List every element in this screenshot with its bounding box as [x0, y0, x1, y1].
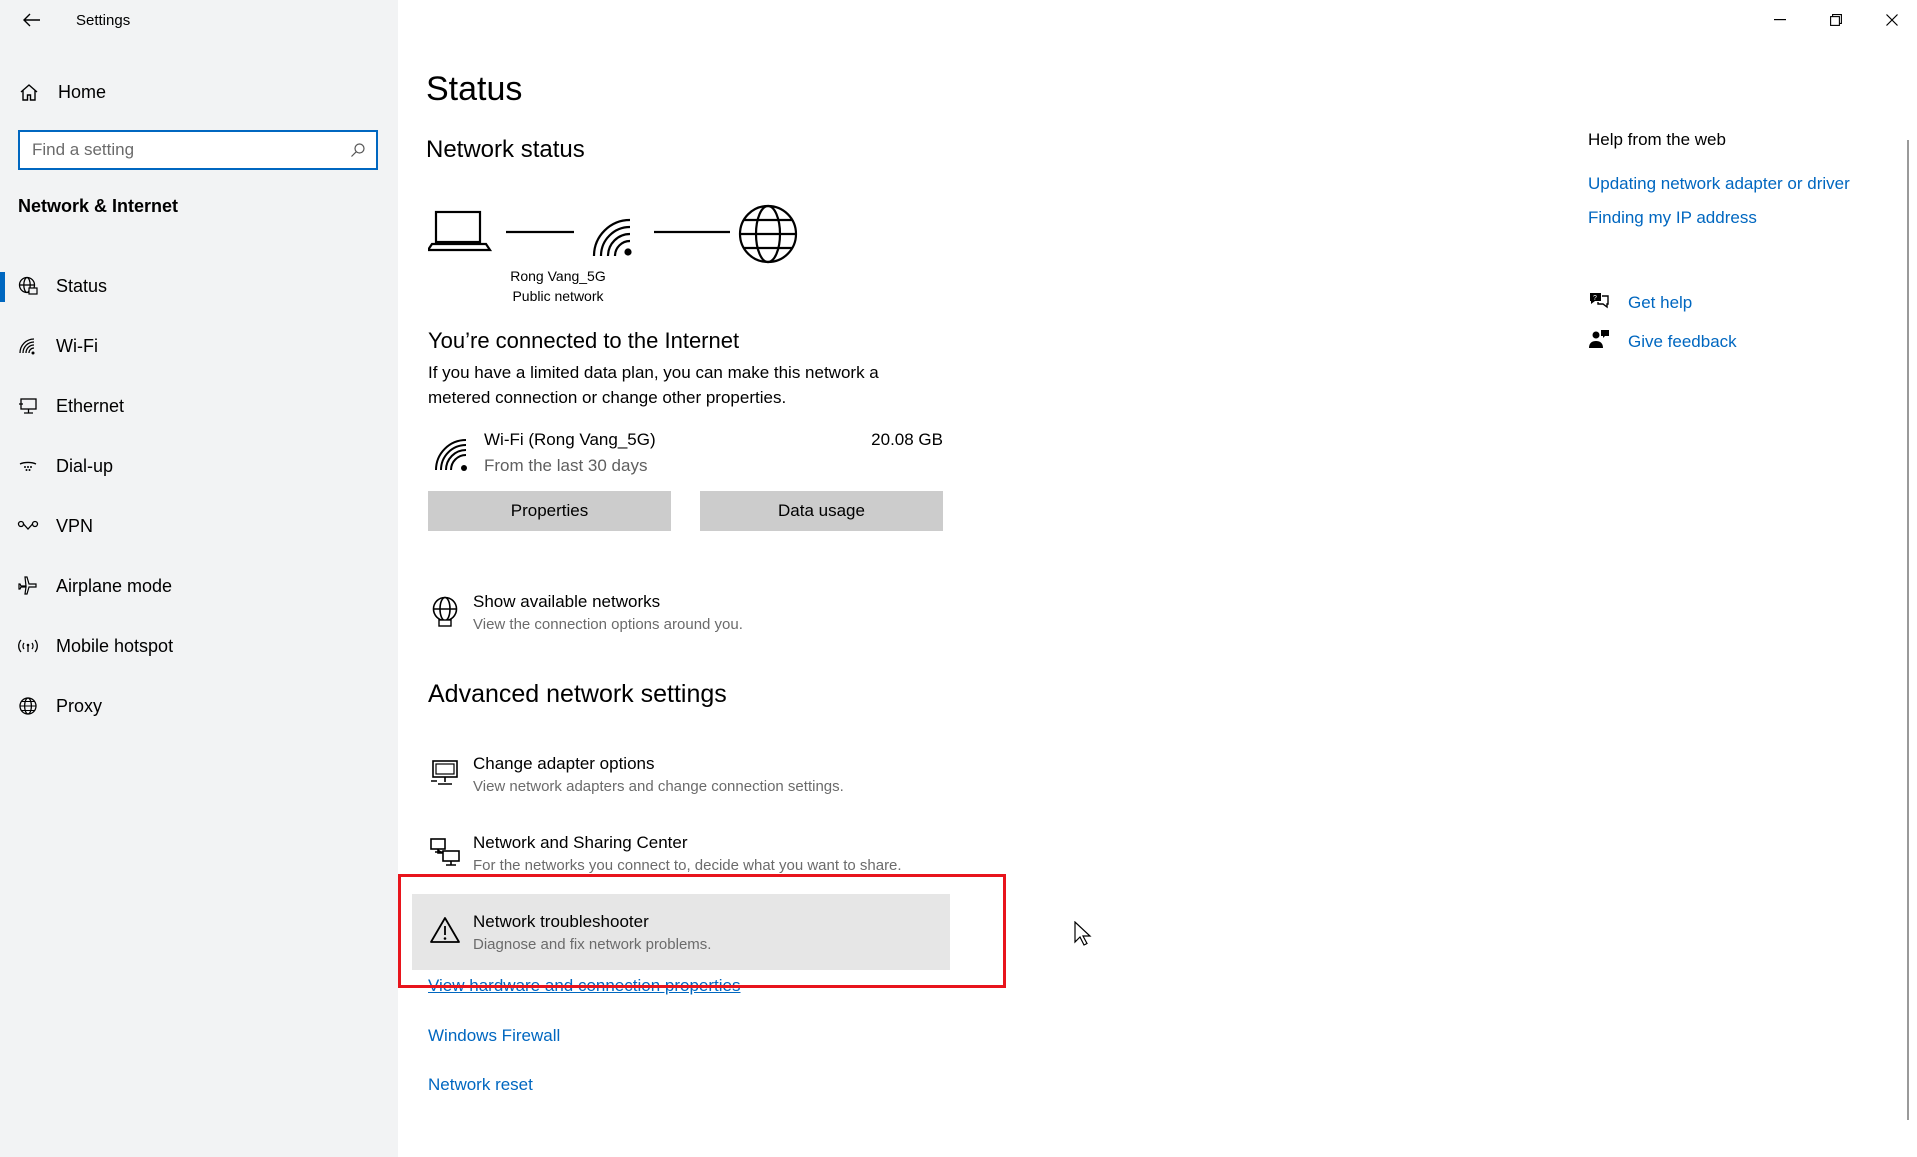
option-description: View network adapters and change connect… [473, 778, 844, 795]
windows-firewall-link[interactable]: Windows Firewall [428, 1026, 560, 1046]
sidebar-item-label: Ethernet [56, 395, 125, 416]
main-content: Status Network status Rong Vang_5G Publi… [398, 0, 1917, 1157]
proxy-icon [0, 696, 56, 716]
sidebar-home[interactable]: Home [0, 72, 398, 112]
minimize-icon [1774, 19, 1786, 21]
sidebar-item-wifi[interactable]: Wi-Fi [0, 316, 398, 376]
back-arrow-icon [23, 13, 40, 27]
network-type: Public network [512, 288, 604, 304]
option-title: Change adapter options [473, 754, 655, 773]
sidebar-item-label: Mobile hotspot [56, 635, 174, 656]
sidebar-item-airplane[interactable]: Airplane mode [0, 556, 398, 616]
wifi-router-icon [592, 218, 632, 257]
close-icon [1886, 14, 1898, 26]
sharing-center-icon [428, 837, 462, 867]
search-box[interactable] [18, 130, 378, 170]
adapter-monitor-icon [428, 758, 462, 788]
svg-text:?: ? [1593, 295, 1597, 302]
restore-icon [1830, 14, 1842, 26]
network-name: Rong Vang_5G [510, 268, 606, 284]
back-button[interactable] [14, 6, 50, 34]
search-input[interactable] [32, 140, 350, 160]
get-help-link[interactable]: ? Get help [1588, 290, 1692, 315]
change-adapter-options[interactable]: Change adapter options View network adap… [428, 754, 988, 814]
search-icon [351, 143, 365, 157]
highlight-box [398, 874, 1006, 988]
help-title: Help from the web [1588, 130, 1726, 149]
vpn-icon [0, 519, 56, 533]
sidebar-item-vpn[interactable]: VPN [0, 496, 398, 556]
give-feedback-link[interactable]: Give feedback [1588, 329, 1737, 354]
dialup-icon [0, 457, 56, 475]
scrollbar[interactable] [1907, 140, 1909, 1120]
help-link-ip-address[interactable]: Finding my IP address [1588, 208, 1757, 228]
nav-list: Status Wi-Fi Ethernet Dial-up VPN Airpla… [0, 256, 398, 736]
option-description: View the connection options around you. [473, 616, 743, 633]
option-description: For the networks you connect to, decide … [473, 857, 902, 874]
advanced-settings-title: Advanced network settings [428, 680, 727, 708]
feedback-icon [1588, 329, 1628, 354]
sidebar-item-label: Proxy [56, 695, 103, 716]
close-button[interactable] [1864, 0, 1917, 40]
sidebar-item-proxy[interactable]: Proxy [0, 676, 398, 736]
option-title: Network and Sharing Center [473, 833, 688, 852]
connected-title: You’re connected to the Internet [428, 328, 740, 353]
globe-status-icon [0, 276, 56, 296]
sidebar-item-label: VPN [56, 515, 94, 536]
get-help-icon: ? [1588, 290, 1628, 315]
wifi-signal-icon [434, 438, 468, 477]
option-title: Show available networks [473, 592, 661, 611]
properties-button[interactable]: Properties [428, 491, 671, 531]
data-usage-button[interactable]: Data usage [700, 491, 943, 531]
sidebar-item-dialup[interactable]: Dial-up [0, 436, 398, 496]
network-status-title: Network status [426, 136, 585, 163]
sidebar-item-label: Status [56, 275, 108, 296]
mouse-cursor-icon [1074, 921, 1092, 946]
sidebar-item-label: Wi-Fi [56, 335, 98, 356]
sidebar-item-label: Dial-up [56, 455, 114, 476]
usage-network-name: Wi-Fi (Rong Vang_5G) [484, 430, 656, 449]
home-label: Home [58, 81, 107, 102]
network-diagram [428, 204, 798, 264]
app-title: Settings [76, 12, 131, 29]
get-help-label: Get help [1628, 292, 1693, 312]
give-feedback-label: Give feedback [1628, 331, 1737, 351]
hotspot-icon [0, 638, 56, 654]
section-title: Network & Internet [18, 196, 179, 216]
usage-period: From the last 30 days [484, 456, 648, 475]
network-reset-link[interactable]: Network reset [428, 1075, 533, 1095]
laptop-icon [428, 210, 493, 252]
sidebar-item-status[interactable]: Status [0, 256, 398, 316]
help-link-adapter-driver[interactable]: Updating network adapter or driver [1588, 174, 1850, 194]
home-icon [0, 83, 58, 101]
sidebar-item-hotspot[interactable]: Mobile hotspot [0, 616, 398, 676]
restore-button[interactable] [1808, 0, 1864, 40]
minimize-button[interactable] [1752, 0, 1808, 40]
ethernet-icon [0, 397, 56, 415]
sidebar-item-ethernet[interactable]: Ethernet [0, 376, 398, 436]
airplane-icon [0, 576, 56, 596]
page-title: Status [426, 70, 523, 108]
usage-amount: 20.08 GB [871, 430, 943, 449]
networks-globe-icon [428, 596, 462, 628]
sidebar-item-label: Airplane mode [56, 575, 173, 596]
network-name-block: Rong Vang_5G Public network [508, 266, 608, 306]
wifi-icon [0, 337, 56, 355]
show-available-networks[interactable]: Show available networks View the connect… [428, 592, 988, 652]
internet-globe-icon [738, 204, 798, 264]
connected-description: If you have a limited data plan, you can… [428, 363, 879, 407]
sidebar: Settings Home Network & Internet Status … [0, 0, 398, 1157]
wifi-usage-row: Wi-Fi (Rong Vang_5G) From the last 30 da… [428, 428, 943, 480]
